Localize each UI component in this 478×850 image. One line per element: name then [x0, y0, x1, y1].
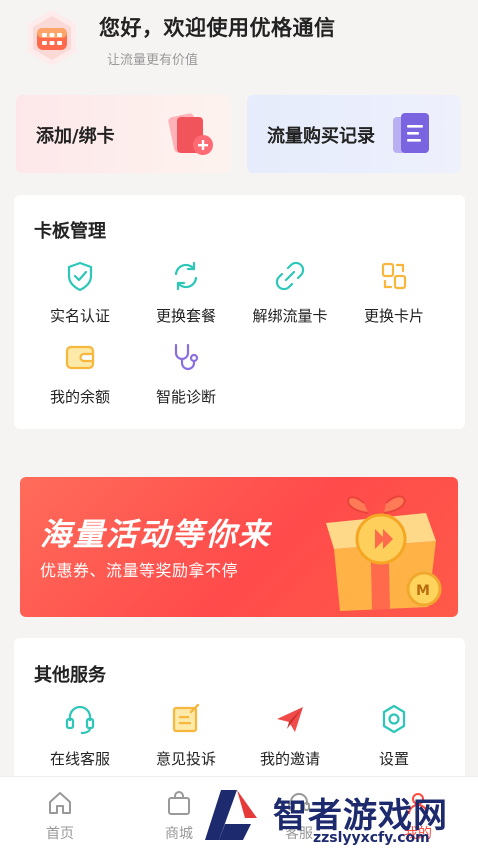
online-service-label: 在线客服: [49, 750, 110, 768]
svg-text:M: M: [416, 583, 430, 599]
headset-icon: [63, 702, 97, 736]
unlink-icon: [273, 259, 307, 293]
online-service-button[interactable]: 在线客服: [28, 702, 132, 769]
change-card-label: 更换卡片: [363, 307, 424, 325]
smart-diagnosis-label: 智能诊断: [155, 388, 216, 406]
document-record-icon: [387, 109, 447, 165]
wallet-icon: [63, 340, 97, 374]
header: 您好，欢迎使用优格通信 让流量更有价值: [0, 0, 478, 86]
smart-diagnosis-button[interactable]: 智能诊断: [134, 340, 238, 407]
other-services-title: 其他服务: [34, 665, 106, 686]
gift-box-icon: M: [306, 483, 456, 617]
shield-check-icon: [63, 259, 97, 293]
home-icon: [46, 789, 74, 817]
edit-note-icon: [169, 702, 203, 736]
shopping-bag-icon: [165, 789, 193, 817]
banner-title: 海量活动等你来: [40, 517, 271, 553]
add-bind-card-label: 添加/绑卡: [36, 126, 115, 147]
tab-home[interactable]: 首页: [25, 789, 95, 843]
my-invite-button[interactable]: 我的邀请: [238, 702, 342, 769]
stethoscope-icon: [169, 340, 203, 374]
real-name-auth-label: 实名认证: [49, 307, 110, 325]
my-invite-label: 我的邀请: [259, 750, 320, 768]
settings-button[interactable]: 设置: [342, 702, 446, 769]
traffic-purchase-record-button[interactable]: 流量购买记录: [247, 95, 461, 173]
change-card-button[interactable]: 更换卡片: [342, 259, 446, 326]
feedback-complaint-label: 意见投诉: [155, 750, 216, 768]
my-balance-button[interactable]: 我的余额: [28, 340, 132, 407]
watermark-url: zzslyyxcfy.com: [313, 830, 430, 846]
refresh-icon: [169, 259, 203, 293]
unbind-card-label: 解绑流量卡: [252, 307, 328, 325]
watermark-logo-icon: [201, 784, 267, 850]
traffic-purchase-record-label: 流量购买记录: [267, 126, 375, 147]
swap-card-icon: [377, 259, 411, 293]
greeting-subtitle: 让流量更有价值: [107, 53, 199, 68]
banner-subtitle: 优惠券、流量等奖励拿不停: [40, 561, 239, 580]
greeting-title: 您好，欢迎使用优格通信: [99, 16, 336, 40]
my-balance-label: 我的余额: [49, 388, 110, 406]
other-services-panel: 其他服务 在线客服 意见投诉 我的邀请 设置: [14, 638, 465, 780]
real-name-auth-button[interactable]: 实名认证: [28, 259, 132, 326]
unbind-card-button[interactable]: 解绑流量卡: [238, 259, 342, 326]
change-plan-button[interactable]: 更换套餐: [134, 259, 238, 326]
app-logo-icon: [22, 8, 82, 68]
add-bind-card-button[interactable]: 添加/绑卡: [16, 95, 231, 173]
paper-plane-icon: [273, 702, 307, 736]
settings-label: 设置: [378, 750, 409, 768]
add-card-icon: [161, 109, 221, 165]
change-plan-label: 更换套餐: [155, 307, 216, 325]
activity-banner[interactable]: 海量活动等你来 优惠券、流量等奖励拿不停 M: [20, 477, 458, 617]
card-management-title: 卡板管理: [34, 221, 106, 242]
gear-icon: [377, 702, 411, 736]
tab-home-label: 首页: [46, 826, 74, 842]
feedback-complaint-button[interactable]: 意见投诉: [134, 702, 238, 769]
site-watermark: 智者游戏网 zzslyyxcfy.com: [195, 780, 478, 850]
card-management-panel: 卡板管理 实名认证 更换套餐 解绑流量卡 更换卡片 我的余额 智能诊断: [14, 195, 465, 429]
